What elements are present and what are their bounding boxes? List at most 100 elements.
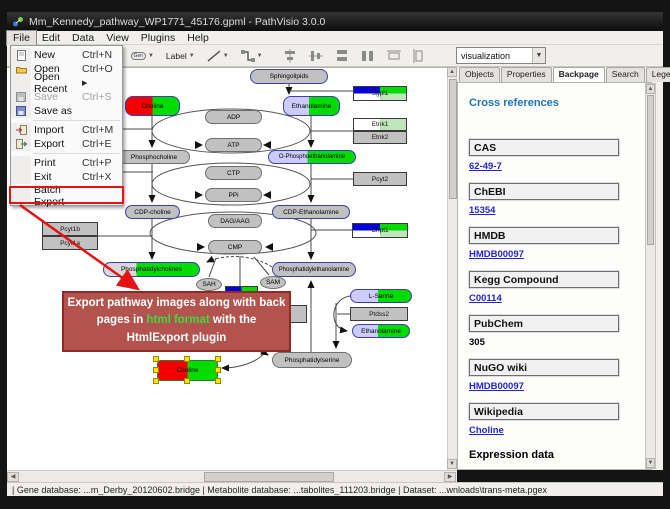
node-ctp[interactable]: CTP — [205, 166, 262, 180]
gene-box-ptdss2[interactable]: Ptdss2 — [350, 307, 408, 321]
scrollbar-thumb[interactable] — [647, 95, 654, 245]
tab-backpage[interactable]: Backpage — [553, 67, 605, 82]
node-cdp-choline[interactable]: CDP-choline — [125, 205, 180, 219]
stack-vertical-button[interactable] — [332, 47, 352, 65]
node-atp[interactable]: ATP — [205, 138, 262, 152]
tab-search[interactable]: Search — [606, 67, 645, 82]
chevron-down-icon[interactable]: ▼ — [532, 48, 545, 63]
node-cdp-ethanolamine[interactable]: CDP-Ethanolamine — [272, 205, 350, 219]
visualization-combobox[interactable]: visualization▼ — [456, 47, 546, 64]
chevron-down-icon[interactable]: ▼ — [189, 53, 195, 59]
tab-properties[interactable]: Properties — [501, 67, 552, 82]
selection-handle[interactable] — [184, 378, 190, 384]
selection-handle[interactable] — [153, 356, 159, 362]
node-l-serine[interactable]: L-Serine — [350, 289, 412, 303]
selection-handle[interactable] — [215, 367, 221, 373]
menu-item-save-as[interactable]: Save as — [11, 104, 122, 118]
stack-horizontal-button[interactable] — [358, 47, 378, 65]
crossref-link-nugo[interactable]: HMDB00097 — [469, 381, 651, 392]
panel-scrollbar[interactable]: ▲ ▼ — [645, 83, 656, 469]
crossref-header-wikipedia: Wikipedia — [469, 403, 619, 420]
selection-handle[interactable] — [215, 356, 221, 362]
connector-tool-button[interactable]: ▼ — [238, 47, 266, 65]
scroll-down-arrow[interactable]: ▼ — [646, 458, 655, 468]
scroll-down-arrow[interactable]: ▼ — [447, 459, 457, 469]
menu-plugins[interactable]: Plugins — [135, 31, 181, 45]
selection-handle[interactable] — [215, 378, 221, 384]
gene-box-etnk2[interactable]: Etnk2 — [353, 131, 407, 144]
node-phosphatidylcholines[interactable]: Phosphatidylcholines — [103, 262, 200, 277]
node-phosphatidylethanolamine[interactable]: Phosphatidylethanolamine — [272, 262, 356, 277]
menu-item-new[interactable]: NewCtrl+N — [11, 48, 122, 62]
menu-item-save[interactable]: SaveCtrl+S — [11, 90, 122, 104]
menu-view[interactable]: View — [100, 31, 135, 45]
scroll-up-arrow[interactable]: ▲ — [447, 67, 457, 77]
node-sam[interactable]: SAM — [260, 276, 286, 289]
selection-handle[interactable] — [184, 356, 190, 362]
node-ethanolamine[interactable]: Ethanolamine — [283, 96, 340, 116]
node-dag-aag[interactable]: DAG/AAG — [208, 214, 262, 228]
expression-data-heading: Expression data — [469, 449, 651, 461]
distribute-horizontal-icon — [387, 50, 401, 62]
crossref-link-chebi[interactable]: 15354 — [469, 205, 651, 216]
align-middle-icon — [309, 49, 323, 63]
menu-item-print[interactable]: PrintCtrl+P — [11, 156, 122, 170]
add-label-button[interactable]: Label▼ — [163, 47, 198, 65]
add-datanode-button[interactable]: Gen▼ — [128, 47, 157, 65]
node-cmp[interactable]: CMP — [208, 240, 262, 254]
scrollbar-thumb[interactable] — [204, 472, 334, 482]
gene-box-pcyt2[interactable]: Pcyt2 — [353, 172, 407, 186]
chevron-down-icon[interactable]: ▼ — [148, 53, 154, 59]
menu-item-open-recent[interactable]: Open Recent▶ — [11, 76, 122, 90]
crossref-link-kegg[interactable]: C00114 — [469, 293, 651, 304]
align-center-icon — [283, 49, 297, 63]
menu-item-import[interactable]: ImportCtrl+M — [11, 123, 122, 137]
crossref-value-pubchem: 305 — [469, 337, 651, 348]
menu-data[interactable]: Data — [66, 31, 100, 45]
scroll-up-arrow[interactable]: ▲ — [646, 84, 655, 94]
gene-box-pcyt1a[interactable]: Pcyt1a — [42, 236, 98, 250]
align-middle-button[interactable] — [306, 47, 326, 65]
stack-horizontal-icon — [361, 49, 375, 63]
crossref-link-cas[interactable]: 62-49-7 — [469, 161, 651, 172]
node-sphingolipids[interactable]: Sphingolipids — [250, 69, 328, 84]
distribute-horizontal-button[interactable] — [384, 47, 404, 65]
node-choline[interactable]: Choline — [125, 96, 180, 116]
gene-box-etnk1[interactable]: Etnk1 — [353, 118, 407, 131]
canvas-vertical-scrollbar[interactable]: ▲ ▼ — [447, 67, 457, 470]
node-phosphocholine[interactable]: Phosphocholine — [118, 150, 190, 164]
selection-handle[interactable] — [153, 367, 159, 373]
scroll-right-arrow[interactable]: ▶ — [444, 472, 456, 482]
menu-bar: File Edit Data View Plugins Help — [7, 31, 663, 45]
menu-item-exit[interactable]: ExitCtrl+X — [11, 170, 122, 184]
menu-help[interactable]: Help — [181, 31, 215, 45]
gene-box-pcyt1b[interactable]: Pcyt1b — [42, 222, 98, 236]
crossref-header-kegg: Kegg Compound — [469, 271, 619, 288]
menu-item-export[interactable]: ExportCtrl+E — [11, 137, 122, 151]
menu-file[interactable]: File — [7, 31, 36, 45]
chevron-down-icon[interactable]: ▼ — [223, 53, 229, 59]
scrollbar-thumb[interactable] — [449, 79, 457, 199]
node-o-phosphoethanolamine[interactable]: O-Phosphoethanolamine — [268, 150, 356, 164]
tab-legend[interactable]: Legend — [646, 67, 670, 82]
gene-box-chpt1[interactable]: Chpt1 — [352, 223, 408, 238]
tab-objects[interactable]: Objects — [459, 67, 500, 82]
node-ethanolamine-bottom[interactable]: Ethanolamine — [352, 324, 410, 338]
distribute-vertical-button[interactable] — [410, 47, 428, 65]
align-center-button[interactable] — [280, 47, 300, 65]
selection-handle[interactable] — [153, 378, 159, 384]
distribute-vertical-icon — [413, 49, 425, 63]
crossref-link-wikipedia[interactable]: Choline — [469, 425, 651, 436]
gene-box-sgpl1[interactable]: Sgpl1 — [353, 86, 407, 101]
menu-edit[interactable]: Edit — [36, 31, 66, 45]
crossref-link-hmdb[interactable]: HMDB00097 — [469, 249, 651, 260]
canvas-horizontal-scrollbar[interactable]: ◀ ▶ — [7, 470, 457, 482]
node-ppi[interactable]: PPi — [205, 188, 262, 202]
line-icon — [207, 50, 221, 62]
node-sah[interactable]: SAH — [196, 278, 222, 291]
node-phosphatidylserine[interactable]: Phosphatidylserine — [272, 352, 352, 368]
node-adp[interactable]: ADP — [205, 110, 262, 124]
chevron-down-icon[interactable]: ▼ — [257, 53, 263, 59]
scroll-left-arrow[interactable]: ◀ — [7, 472, 19, 482]
line-tool-button[interactable]: ▼ — [204, 47, 232, 65]
